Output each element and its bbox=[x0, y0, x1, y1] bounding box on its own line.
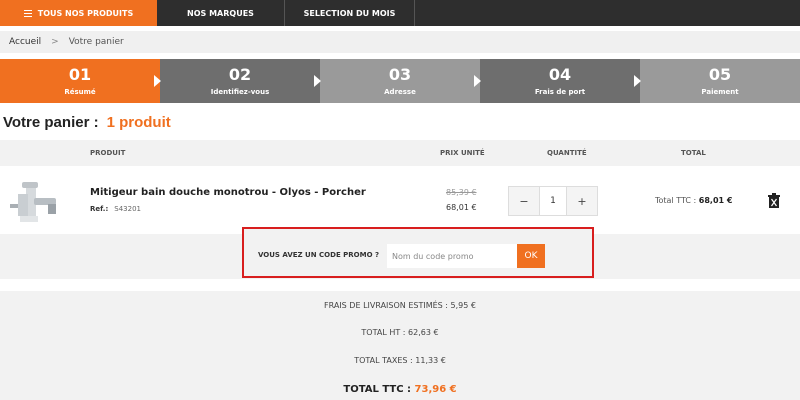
breadcrumb-current: Votre panier bbox=[68, 37, 124, 47]
quantity-decrease-button[interactable]: − bbox=[509, 187, 539, 215]
total-ht: TOTAL HT : 62,63 € bbox=[361, 328, 439, 337]
nav-all-products[interactable]: TOUS NOS PRODUITS bbox=[0, 0, 157, 26]
product-ref: Ref.: S43201 bbox=[90, 205, 141, 213]
step-label: Adresse bbox=[384, 88, 416, 96]
checkout-steps: 01 Résumé 02 Identifiez-vous 03 Adresse … bbox=[0, 59, 800, 103]
step-summary: 01 Résumé bbox=[0, 59, 161, 103]
table-row: Mitigeur bain douche monotrou - Olyos - … bbox=[0, 166, 800, 234]
cart-title: Votre panier : bbox=[3, 114, 99, 131]
shipping-estimate: FRAIS DE LIVRAISON ESTIMÉS : 5,95 € bbox=[324, 301, 476, 310]
header-quantity: QUANTITÉ bbox=[547, 149, 587, 157]
nav-brands[interactable]: NOS MARQUES bbox=[157, 0, 285, 26]
quantity-value[interactable]: 1 bbox=[539, 187, 567, 215]
step-address: 03 Adresse bbox=[320, 59, 481, 103]
product-ref-label: Ref.: bbox=[90, 205, 109, 213]
nav-selection-label: SELECTION DU MOIS bbox=[303, 8, 396, 18]
total-ttc-amount: 73,96 € bbox=[414, 384, 457, 395]
cart-count: 1 produit bbox=[106, 114, 171, 131]
menu-icon bbox=[23, 9, 32, 17]
step-number: 03 bbox=[388, 65, 412, 84]
step-arrow-icon bbox=[154, 75, 161, 87]
trash-icon[interactable] bbox=[768, 193, 780, 208]
step-identify: 02 Identifiez-vous bbox=[160, 59, 321, 103]
step-label: Identifiez-vous bbox=[210, 88, 270, 96]
unit-price: 68,01 € bbox=[446, 203, 477, 212]
breadcrumb-home[interactable]: Accueil bbox=[9, 37, 41, 47]
header-total: TOTAL bbox=[681, 149, 706, 157]
nav-all-products-label: TOUS NOS PRODUITS bbox=[37, 8, 134, 18]
step-arrow-icon bbox=[314, 75, 321, 87]
step-number: 02 bbox=[228, 65, 252, 84]
nav-brands-label: NOS MARQUES bbox=[187, 8, 254, 18]
step-number: 04 bbox=[548, 65, 572, 84]
step-arrow-icon bbox=[634, 75, 641, 87]
promo-code-box: VOUS AVEZ UN CODE PROMO ? OK bbox=[242, 227, 594, 278]
quantity-increase-button[interactable]: + bbox=[567, 187, 597, 215]
promo-ok-button[interactable]: OK bbox=[517, 244, 545, 268]
step-payment: 05 Paiement bbox=[640, 59, 800, 103]
total-taxes: TOTAL TAXES : 11,33 € bbox=[354, 356, 446, 365]
product-ref-value: S43201 bbox=[114, 205, 141, 213]
row-total-label: Total TTC : bbox=[655, 196, 697, 205]
step-label: Paiement bbox=[701, 88, 739, 96]
old-price: 85,39 € bbox=[446, 188, 477, 197]
step-number: 01 bbox=[68, 65, 92, 84]
page-title: Votre panier : 1 produit bbox=[3, 114, 171, 131]
header-unit-price: PRIX UNITÉ bbox=[440, 149, 485, 157]
breadcrumb-separator: > bbox=[51, 37, 59, 47]
promo-label: VOUS AVEZ UN CODE PROMO ? bbox=[258, 251, 380, 259]
step-number: 05 bbox=[708, 65, 732, 84]
total-ttc-label: TOTAL TTC : bbox=[343, 384, 412, 395]
step-arrow-icon bbox=[474, 75, 481, 87]
quantity-stepper: − 1 + bbox=[508, 186, 598, 216]
step-label: Frais de port bbox=[534, 88, 586, 96]
cart-table-header: PRODUIT PRIX UNITÉ QUANTITÉ TOTAL bbox=[0, 140, 800, 166]
total-ttc: TOTAL TTC : 73,96 € bbox=[0, 384, 800, 395]
row-total: Total TTC : 68,01 € bbox=[655, 196, 732, 205]
header-product: PRODUIT bbox=[90, 149, 126, 157]
cart-totals: FRAIS DE LIVRAISON ESTIMÉS : 5,95 € TOTA… bbox=[0, 291, 800, 400]
breadcrumb: Accueil > Votre panier bbox=[0, 31, 800, 53]
top-navigation: TOUS NOS PRODUITS NOS MARQUES SELECTION … bbox=[0, 0, 800, 26]
nav-selection[interactable]: SELECTION DU MOIS bbox=[285, 0, 415, 26]
step-label: Résumé bbox=[64, 88, 96, 96]
faucet-icon[interactable] bbox=[8, 178, 64, 224]
step-shipping: 04 Frais de port bbox=[480, 59, 641, 103]
row-total-value: 68,01 € bbox=[698, 196, 733, 205]
promo-code-input[interactable] bbox=[387, 244, 517, 268]
product-name[interactable]: Mitigeur bain douche monotrou - Olyos - … bbox=[90, 187, 366, 198]
